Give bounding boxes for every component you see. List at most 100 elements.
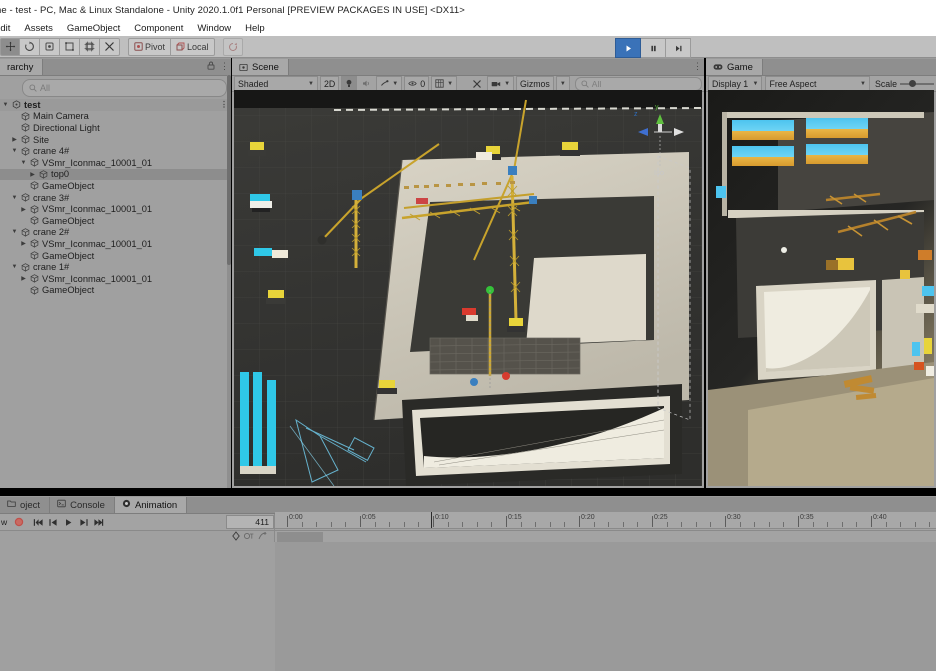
timeline-playhead[interactable]	[431, 512, 432, 528]
tab-game[interactable]: Game	[706, 59, 763, 75]
chevron-right-icon[interactable]: ▶	[20, 206, 27, 213]
menu-component[interactable]: Component	[127, 23, 190, 34]
chevron-right-icon[interactable]: ▶	[20, 275, 27, 282]
chevron-down-icon[interactable]: ▼	[11, 195, 18, 201]
tab-console[interactable]: Console	[50, 497, 115, 513]
scene-options-icon[interactable]: ⋮	[220, 100, 228, 109]
gizmo-projection-label[interactable]: Iso	[654, 168, 664, 177]
preview-label[interactable]: w	[0, 517, 7, 527]
gameobject-icon	[30, 181, 39, 191]
rotate-tool-button[interactable]	[40, 37, 60, 56]
pause-button[interactable]	[641, 38, 666, 58]
hierarchy-item-label: VSmr_Iconmac_10001_01	[42, 238, 153, 249]
menu-edit[interactable]: Edit	[0, 23, 17, 34]
tab-project[interactable]: oject	[0, 497, 51, 513]
tab-scene[interactable]: Scene	[232, 59, 289, 75]
scale-slider-knob[interactable]	[909, 79, 916, 87]
collab-history-button[interactable]	[222, 37, 243, 56]
hierarchy-item[interactable]: ▶ Site	[0, 134, 231, 146]
hierarchy-item[interactable]: ▶GameObject	[0, 250, 231, 262]
local-toggle-button[interactable]: Local	[171, 37, 215, 56]
hierarchy-tabstrip: rarchy ⋮	[0, 58, 231, 76]
gizmos-dropdown[interactable]: Gizmos	[516, 76, 554, 91]
timeline-tick-label: 0:20	[581, 514, 595, 521]
lock-icon[interactable]	[207, 61, 215, 73]
scene-audio-toggle[interactable]	[359, 77, 374, 90]
hierarchy-item[interactable]: ▼ crane 1#	[0, 261, 231, 273]
scene-fx-dropdown[interactable]: ▼	[376, 76, 403, 91]
menu-gameobject[interactable]: GameObject	[60, 23, 127, 34]
timeline-ruler[interactable]: 0:000:050:100:150:200:250:300:350:400:	[275, 512, 936, 529]
hierarchy-item[interactable]: ▼ crane 2#	[0, 227, 231, 239]
scale-slider[interactable]: Scale	[875, 79, 934, 89]
hierarchy-item[interactable]: ▶GameObject	[0, 285, 231, 297]
hierarchy-scene-root[interactable]: ▼ test ⋮	[0, 99, 231, 111]
record-button[interactable]	[11, 516, 26, 529]
scene-search-input[interactable]: All	[574, 76, 702, 91]
transform-tool-button[interactable]	[100, 37, 120, 56]
frame-field[interactable]: 411	[226, 515, 274, 529]
scene-tools-button[interactable]	[469, 77, 485, 90]
scale-slider-track[interactable]	[900, 79, 934, 87]
hierarchy-item[interactable]: ▶GameObject	[0, 215, 231, 227]
scene-grid-dropdown[interactable]: ▼	[431, 76, 458, 91]
step-button[interactable]	[666, 38, 691, 58]
hierarchy-item[interactable]: ▼ crane 3#	[0, 192, 231, 204]
animation-play-button[interactable]	[61, 516, 76, 529]
scene-hidden-objects[interactable]: 0	[404, 76, 430, 91]
display-dropdown[interactable]: Display 1 ▼	[708, 76, 763, 91]
hierarchy-item[interactable]: ▶GameObject	[0, 180, 231, 192]
chevron-down-icon[interactable]: ▼	[11, 148, 18, 154]
hierarchy-item[interactable]: ▶Directional Light	[0, 122, 231, 134]
move-tool-button[interactable]	[20, 37, 40, 56]
hierarchy-item[interactable]: ▶ VSmr_Iconmac_10001_01	[0, 203, 231, 215]
next-frame-button[interactable]	[76, 516, 91, 529]
menubar: EditAssetsGameObjectComponentWindowHelp	[0, 20, 936, 36]
shading-mode-dropdown[interactable]: Shaded ▼	[234, 76, 318, 91]
pivot-toggle-button[interactable]: Pivot	[128, 37, 172, 56]
bottom-tabstrip-spacer	[187, 497, 936, 513]
play-button[interactable]	[615, 38, 641, 58]
chevron-right-icon[interactable]: ▶	[29, 171, 36, 178]
chevron-down-icon[interactable]: ▼	[2, 102, 9, 108]
menu-assets[interactable]: Assets	[17, 23, 60, 34]
hierarchy-options-icon[interactable]: ⋮	[220, 61, 229, 72]
game-viewport[interactable]	[708, 90, 934, 486]
prev-frame-button[interactable]	[46, 516, 61, 529]
rect-tool-button[interactable]	[80, 37, 100, 56]
chevron-down-icon[interactable]: ▼	[11, 264, 18, 270]
hierarchy-search-input[interactable]: All	[22, 79, 227, 97]
hand-tool-button[interactable]	[0, 37, 20, 56]
scene-camera-dropdown[interactable]: ▼	[487, 76, 515, 91]
hierarchy-item-label: Main Camera	[33, 111, 89, 122]
menu-window[interactable]: Window	[190, 23, 238, 34]
scale-tool-button[interactable]	[60, 37, 80, 56]
animation-curve-area[interactable]: No animatable object selected.	[275, 542, 936, 671]
aspect-dropdown[interactable]: Free Aspect ▼	[765, 76, 870, 91]
tab-animation[interactable]: Animation	[114, 497, 188, 513]
hierarchy-scrollbar-thumb[interactable]	[227, 75, 231, 265]
2d-toggle-button[interactable]: 2D	[320, 76, 340, 91]
scene-lighting-toggle[interactable]	[341, 76, 358, 91]
chevron-down-icon[interactable]: ▼	[11, 229, 18, 235]
menu-help[interactable]: Help	[238, 23, 272, 34]
last-frame-button[interactable]	[91, 516, 106, 529]
tab-hierarchy[interactable]: rarchy	[0, 59, 44, 75]
hierarchy-item[interactable]: ▶ top0	[0, 168, 231, 181]
chevron-right-icon[interactable]: ▶	[20, 240, 27, 247]
chevron-down-icon[interactable]: ▼	[20, 160, 27, 166]
timeline-minor-tick	[856, 522, 858, 527]
hierarchy-tree: ▶Main Camera▶Directional Light▶Site▼cran…	[0, 111, 231, 297]
first-frame-button[interactable]	[31, 516, 46, 529]
scene-viewport[interactable]: z y Iso	[234, 90, 702, 486]
chevron-right-icon[interactable]: ▶	[11, 136, 18, 143]
play-icon	[66, 518, 72, 526]
hierarchy-item[interactable]: ▼ crane 4#	[0, 145, 231, 157]
hierarchy-item[interactable]: ▶Main Camera	[0, 111, 231, 123]
hierarchy-scrollbar[interactable]	[227, 75, 231, 488]
scene-options-icon[interactable]: ⋮	[693, 61, 702, 72]
hierarchy-item[interactable]: ▶ VSmr_Iconmac_10001_01	[0, 273, 231, 285]
hierarchy-item[interactable]: ▼ VSmr_Iconmac_10001_01	[0, 157, 231, 169]
gizmos-dropdown-arrow[interactable]: ▼	[555, 76, 570, 91]
hierarchy-item[interactable]: ▶ VSmr_Iconmac_10001_01	[0, 238, 231, 250]
